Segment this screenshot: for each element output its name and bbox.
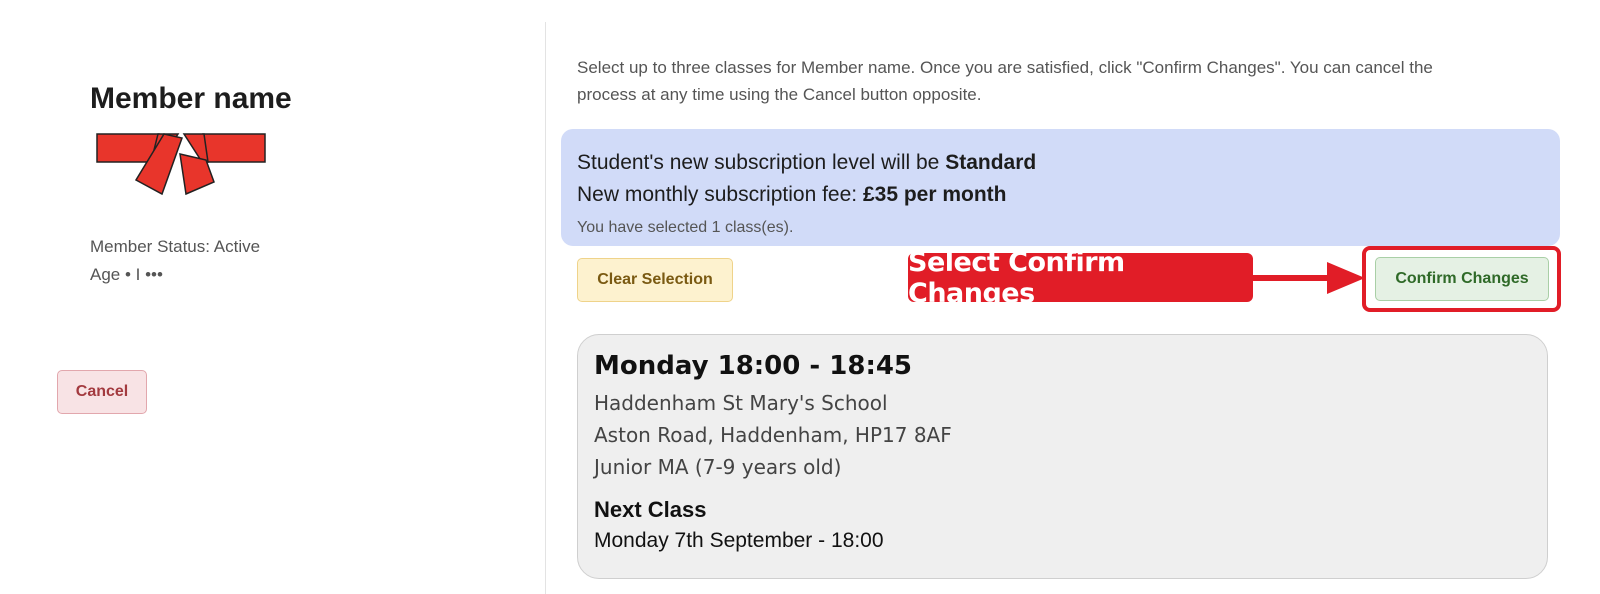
- class-address: Aston Road, Haddenham, HP17 8AF: [594, 423, 952, 447]
- member-status: Member Status: Active: [90, 237, 261, 256]
- page: Member name Member Status: Active Age • …: [0, 0, 1600, 594]
- subscription-level-line: Student's new subscription level will be…: [577, 147, 1544, 179]
- subscription-level-prefix: Student's new subscription level will be: [577, 151, 946, 174]
- member-age: Age • I •••: [90, 265, 163, 284]
- annotation-label: Select Confirm Changes: [908, 247, 1253, 309]
- karate-belt-icon: [96, 133, 266, 196]
- subscription-fee-line: New monthly subscription fee: £35 per mo…: [577, 179, 1544, 211]
- subscription-level-value: Standard: [945, 151, 1037, 174]
- class-card[interactable]: Monday 18:00 - 18:45 Haddenham St Mary's…: [577, 334, 1548, 579]
- subscription-fee-value: £35 per month: [862, 183, 1007, 206]
- clear-selection-button[interactable]: Clear Selection: [577, 258, 733, 302]
- subscription-info-box: Student's new subscription level will be…: [561, 129, 1560, 246]
- column-divider: [545, 22, 546, 594]
- confirm-changes-button[interactable]: Confirm Changes: [1375, 257, 1549, 301]
- class-group: Junior MA (7-9 years old): [594, 455, 842, 479]
- class-venue: Haddenham St Mary's School: [594, 391, 888, 415]
- member-panel: Member name Member Status: Active Age • …: [0, 0, 545, 594]
- class-title: Monday 18:00 - 18:45: [594, 351, 913, 381]
- arrow-right-icon: [1249, 262, 1365, 294]
- subscription-fee-prefix: New monthly subscription fee:: [577, 183, 863, 206]
- next-class-value: Monday 7th September - 18:00: [594, 529, 884, 552]
- next-class-label: Next Class: [594, 497, 707, 522]
- instructions-text: Select up to three classes for Member na…: [577, 58, 1433, 104]
- cancel-button[interactable]: Cancel: [57, 370, 147, 414]
- member-name: Member name: [90, 82, 292, 115]
- selected-count-text: You have selected 1 class(es).: [577, 219, 794, 236]
